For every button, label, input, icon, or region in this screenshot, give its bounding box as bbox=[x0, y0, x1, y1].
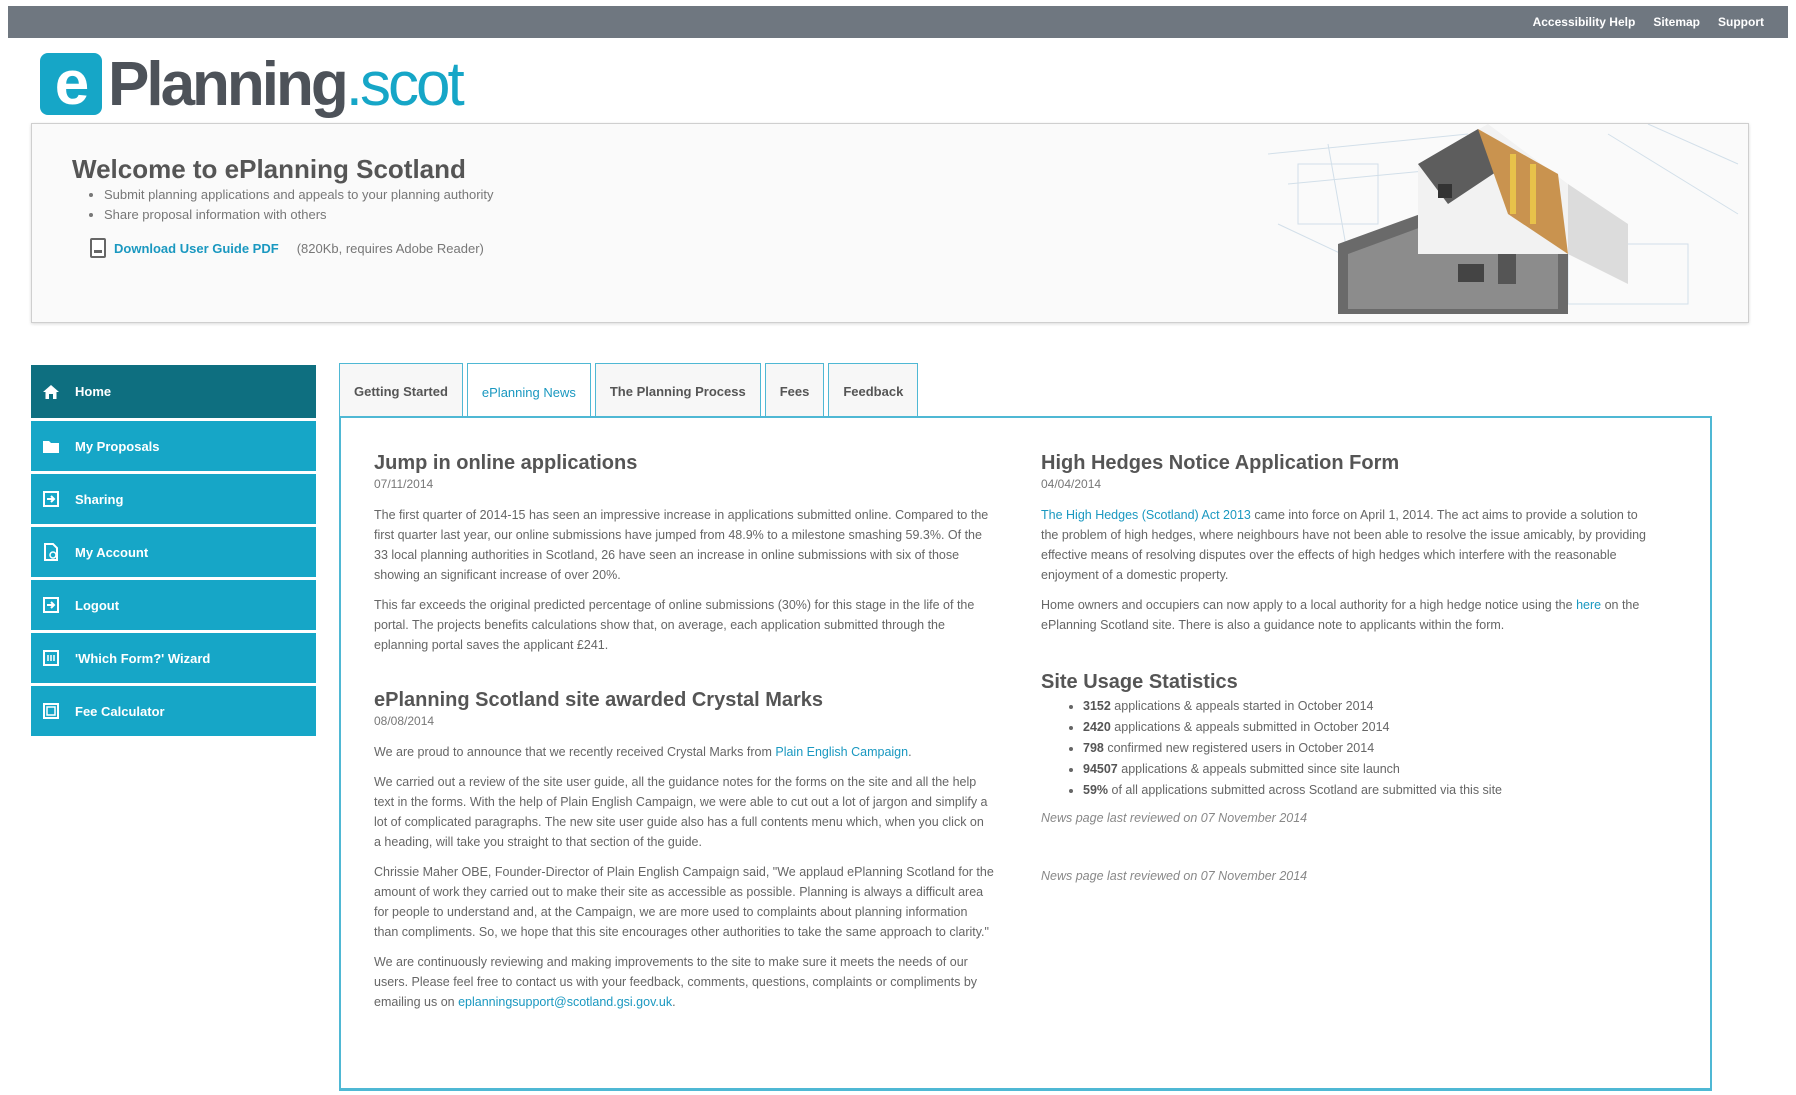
text-span: We are proud to announce that we recentl… bbox=[374, 745, 772, 759]
sidebar-item-label: Sharing bbox=[75, 491, 124, 507]
article-date: 07/11/2014 bbox=[374, 477, 434, 491]
welcome-bullet: Share proposal information with others bbox=[104, 207, 494, 222]
article-title: ePlanning Scotland site awarded Crystal … bbox=[374, 689, 824, 711]
download-user-guide-link[interactable]: Download User Guide PDF bbox=[114, 241, 279, 256]
statistic-text: applications & appeals submitted since s… bbox=[1121, 762, 1400, 776]
article-paragraph: Chrissie Maher OBE, Founder-Director of … bbox=[374, 865, 994, 939]
support-email-link[interactable]: eplanningsupport@scotland.gsi.gov.uk bbox=[458, 995, 672, 1009]
statistics-list: 3152 applications & appeals started in O… bbox=[1041, 696, 1651, 801]
sidebar-item-sharing[interactable]: Sharing bbox=[31, 474, 316, 524]
article-title: Jump in online applications bbox=[374, 452, 638, 474]
top-links: Accessibility Help Sitemap Support bbox=[1533, 6, 1764, 38]
article-date: 08/08/2014 bbox=[374, 714, 435, 728]
high-hedges-act-link[interactable]: The High Hedges (Scotland) Act 2013 bbox=[1041, 508, 1251, 522]
logo-main-text: Planning bbox=[108, 49, 349, 119]
statistic-value: 2420 bbox=[1083, 720, 1111, 734]
user-guide-note: (820Kb, requires Adobe Reader) bbox=[296, 240, 484, 256]
content-tabs: Getting Started ePlanning News The Plann… bbox=[339, 363, 919, 420]
tab-planning-process[interactable]: The Planning Process bbox=[594, 363, 761, 418]
article-paragraph: We are proud to announce that we recentl… bbox=[374, 742, 994, 762]
sidebar-item-my-proposals[interactable]: My Proposals bbox=[31, 421, 316, 471]
top-bar: Accessibility Help Sitemap Support bbox=[8, 6, 1788, 38]
welcome-bullets: Submit planning applications and appeals… bbox=[104, 187, 494, 227]
plain-english-campaign-link[interactable]: Plain English Campaign bbox=[775, 745, 908, 759]
news-panel: Jump in online applications 07/11/2014 T… bbox=[339, 416, 1712, 1091]
statistic-item: 3152 applications & appeals started in O… bbox=[1083, 696, 1651, 717]
text-span: Home owners and occupiers can now apply … bbox=[1041, 598, 1573, 612]
sidebar-item-label: My Proposals bbox=[75, 438, 160, 454]
sidebar-item-home[interactable]: Home bbox=[31, 365, 316, 418]
accessibility-help-link[interactable]: Accessibility Help bbox=[1533, 15, 1636, 29]
news-column-right: High Hedges Notice Application Form 04/0… bbox=[1041, 418, 1651, 883]
logo-suffix-text: .scot bbox=[345, 49, 465, 119]
article-paragraph: This far exceeds the original predicted … bbox=[374, 598, 975, 652]
statistic-item: 59% of all applications submitted across… bbox=[1083, 780, 1651, 801]
statistics-title: Site Usage Statistics bbox=[1041, 671, 1238, 693]
tab-feedback[interactable]: Feedback bbox=[828, 363, 919, 418]
welcome-title: Welcome to ePlanning Scotland bbox=[72, 154, 466, 184]
wizard-icon bbox=[41, 648, 61, 668]
here-link[interactable]: here bbox=[1576, 598, 1601, 612]
sidebar-item-label: Home bbox=[75, 384, 112, 399]
article-paragraph: Home owners and occupiers can now apply … bbox=[1041, 595, 1651, 635]
statistic-text: applications & appeals submitted in Octo… bbox=[1114, 720, 1390, 734]
article-paragraph: We are continuously reviewing and making… bbox=[374, 952, 994, 1012]
statistic-value: 798 bbox=[1083, 741, 1104, 755]
news-article: ePlanning Scotland site awarded Crystal … bbox=[374, 689, 994, 1012]
news-column-left: Jump in online applications 07/11/2014 T… bbox=[374, 418, 994, 1022]
statistic-text: confirmed new registered users in Octobe… bbox=[1107, 741, 1375, 755]
statistic-value: 3152 bbox=[1083, 699, 1111, 713]
news-article: Jump in online applications 07/11/2014 T… bbox=[374, 452, 994, 655]
user-guide: Download User Guide PDF (820Kb, requires… bbox=[90, 238, 484, 258]
sidebar-item-label: My Account bbox=[75, 544, 149, 560]
home-icon bbox=[41, 382, 61, 402]
sidebar-item-fee-calculator[interactable]: Fee Calculator bbox=[31, 686, 316, 736]
article-paragraph: The High Hedges (Scotland) Act 2013 came… bbox=[1041, 505, 1651, 585]
statistic-text: applications & appeals started in Octobe… bbox=[1114, 699, 1374, 713]
tab-fees[interactable]: Fees bbox=[764, 363, 825, 418]
statistic-text: of all applications submitted across Sco… bbox=[1111, 783, 1502, 797]
statistic-value: 59% bbox=[1083, 783, 1109, 797]
news-article: High Hedges Notice Application Form 04/0… bbox=[1041, 452, 1651, 635]
statistic-item: 94507 applications & appeals submitted s… bbox=[1083, 759, 1651, 780]
side-navigation: Home My Proposals Sharing My Account Log… bbox=[31, 365, 316, 739]
folder-icon bbox=[41, 436, 61, 456]
article-title: High Hedges Notice Application Form bbox=[1041, 452, 1400, 474]
statistic-item: 2420 applications & appeals submitted in… bbox=[1083, 717, 1651, 738]
sidebar-item-my-account[interactable]: My Account bbox=[31, 527, 316, 577]
tab-eplanning-news[interactable]: ePlanning News bbox=[466, 363, 591, 420]
article-paragraph: We carried out a review of the site user… bbox=[374, 775, 988, 849]
sidebar-item-label: Fee Calculator bbox=[75, 703, 165, 719]
sidebar-item-which-form-wizard[interactable]: 'Which Form?' Wizard bbox=[31, 633, 316, 683]
eplanning-logo[interactable]: e Planning .scot bbox=[40, 48, 465, 120]
sitemap-link[interactable]: Sitemap bbox=[1653, 15, 1700, 29]
statistic-value: 94507 bbox=[1083, 762, 1118, 776]
statistic-item: 798 confirmed new registered users in Oc… bbox=[1083, 738, 1651, 759]
logo-letter: e bbox=[40, 53, 102, 115]
sidebar-item-label: 'Which Form?' Wizard bbox=[75, 650, 211, 666]
article-paragraph: The first quarter of 2014-15 has seen an… bbox=[374, 508, 989, 582]
site-usage-statistics: Site Usage Statistics 3152 applications … bbox=[1041, 671, 1651, 883]
sidebar-item-logout[interactable]: Logout bbox=[31, 580, 316, 630]
pdf-icon bbox=[90, 238, 106, 258]
article-date: 04/04/2014 bbox=[1041, 477, 1102, 491]
support-link[interactable]: Support bbox=[1718, 15, 1764, 29]
text-span: . bbox=[672, 995, 676, 1009]
last-reviewed-note: News page last reviewed on 07 November 2… bbox=[1041, 869, 1308, 883]
share-icon bbox=[41, 489, 61, 509]
last-reviewed-note: News page last reviewed on 07 November 2… bbox=[1041, 811, 1308, 825]
text-span: . bbox=[908, 745, 912, 759]
account-icon bbox=[41, 542, 61, 562]
calculator-icon bbox=[41, 701, 61, 721]
house-illustration bbox=[1268, 124, 1739, 315]
sidebar-item-label: Logout bbox=[75, 597, 120, 613]
logout-icon bbox=[41, 595, 61, 615]
tab-getting-started[interactable]: Getting Started bbox=[339, 363, 463, 418]
welcome-banner: Welcome to ePlanning Scotland Submit pla… bbox=[31, 123, 1749, 323]
welcome-bullet: Submit planning applications and appeals… bbox=[104, 187, 494, 202]
